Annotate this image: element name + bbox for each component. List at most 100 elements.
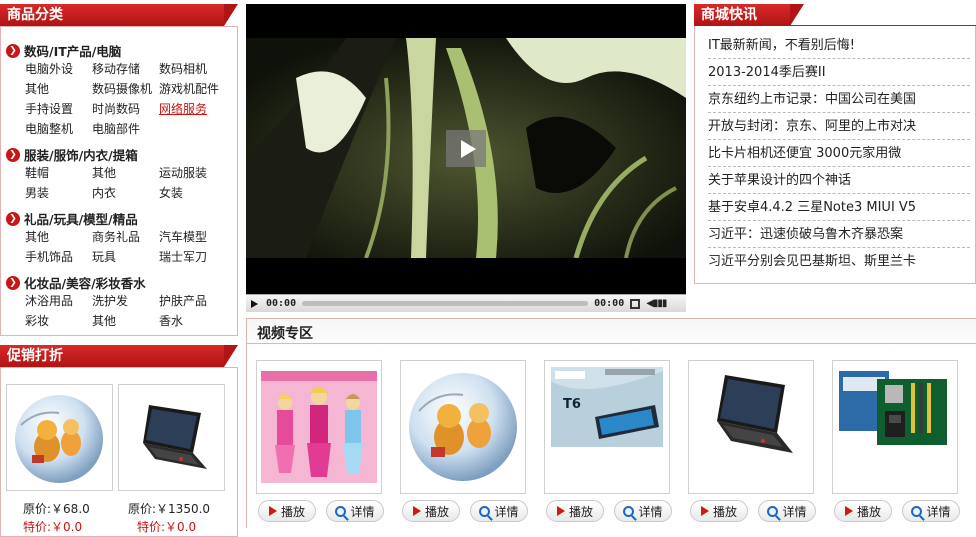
category-link[interactable]: 瑞士军刀 <box>159 249 235 265</box>
promo-item-image[interactable] <box>6 384 113 491</box>
news-item[interactable]: 2013-2014季后赛II <box>708 59 970 86</box>
play-icon <box>268 506 277 516</box>
video-card[interactable] <box>688 360 814 494</box>
promo-item-image[interactable] <box>118 384 225 491</box>
category-link[interactable]: 鞋帽 <box>25 165 92 181</box>
motherboard-icon <box>839 371 947 445</box>
category-link[interactable]: 洗护发 <box>92 293 159 309</box>
category-link[interactable]: 香水 <box>159 313 235 329</box>
category-link-active[interactable]: 网络服务 <box>159 101 235 117</box>
play-button[interactable]: 播放 <box>690 500 748 522</box>
play-button[interactable]: 播放 <box>834 500 892 522</box>
category-group-title: 数码/IT产品/电脑 <box>24 44 122 59</box>
category-link[interactable]: 护肤产品 <box>159 293 235 309</box>
category-link[interactable]: 女装 <box>159 185 235 201</box>
phone-ad-icon <box>551 367 663 447</box>
category-link[interactable]: 沐浴用品 <box>25 293 92 309</box>
detail-button[interactable]: 详情 <box>758 500 816 522</box>
news-item[interactable]: 习近平：迅速侦破乌鲁木齐暴恐案 <box>708 221 970 248</box>
category-link[interactable]: 手机饰品 <box>25 249 92 265</box>
category-link[interactable]: 其他 <box>25 81 92 97</box>
category-link[interactable]: 商务礼品 <box>92 229 159 245</box>
category-group-clothing[interactable]: ❯ 服装/服饰/内衣/提箱 <box>6 145 138 164</box>
news-item[interactable]: 京东纽约上市记录：中国公司在美国 <box>708 86 970 113</box>
magnifier-icon <box>479 505 491 517</box>
category-link[interactable]: 手持设置 <box>25 101 92 117</box>
play-button[interactable]: 播放 <box>258 500 316 522</box>
play-button-label: 播放 <box>856 504 881 519</box>
category-link[interactable]: 运动服装 <box>159 165 235 181</box>
news-item[interactable]: IT最新新闻，不看别后悔! <box>708 32 970 59</box>
category-link[interactable]: 数码相机 <box>159 61 235 77</box>
category-link[interactable]: 其他 <box>25 229 92 245</box>
category-link[interactable]: 玩具 <box>92 249 159 265</box>
arrow-right-icon: ❯ <box>6 275 20 290</box>
category-link[interactable]: 其他 <box>92 313 159 329</box>
video-card[interactable]: T6 <box>544 360 670 494</box>
total-time: 00:00 <box>594 298 625 309</box>
video-card[interactable] <box>400 360 526 494</box>
fullscreen-icon[interactable] <box>630 298 641 309</box>
detail-button[interactable]: 详情 <box>470 500 528 522</box>
promo-original-price: 原价:￥68.0 <box>23 502 90 516</box>
category-link[interactable]: 男装 <box>25 185 92 201</box>
divider <box>247 343 976 344</box>
magnifier-icon <box>767 505 779 517</box>
ad-text: T6 <box>563 397 581 412</box>
news-item[interactable]: 习近平分别会见巴基斯坦、斯里兰卡 <box>708 248 970 275</box>
play-icon <box>700 506 709 516</box>
video-zone-title: 视频专区 <box>257 326 313 342</box>
video-player[interactable]: 00:00 00:00 ◀▮▮▮ <box>246 4 686 312</box>
category-link[interactable]: 内衣 <box>92 185 159 201</box>
category-link[interactable]: 游戏机配件 <box>159 81 235 97</box>
category-group-title: 服装/服饰/内衣/提箱 <box>24 148 138 163</box>
volume-icon[interactable]: ◀▮▮▮ <box>646 298 667 309</box>
promo-sale-price: 特价:￥0.0 <box>23 520 83 534</box>
category-links-clothing: 鞋帽 其他 运动服装 男装 内衣 女装 <box>25 165 235 201</box>
play-button[interactable]: 播放 <box>402 500 460 522</box>
arrow-right-icon: ❯ <box>6 43 20 58</box>
promo-panel: 促销打折 原价:￥68.0 特价:￥0.0 原价:￥1350.0 特价:￥0.0 <box>0 345 238 537</box>
category-link[interactable]: 数码摄像机 <box>92 81 159 97</box>
category-panel: 商品分类 ❯ 数码/IT产品/电脑 电脑外设 移动存储 数码相机 其他 数码摄像… <box>0 4 238 336</box>
news-item[interactable]: 基于安卓4.4.2 三星Note3 MIUI V5 <box>708 194 970 221</box>
detail-button-label: 详情 <box>350 504 375 519</box>
detail-button[interactable]: 详情 <box>614 500 672 522</box>
laptop-icon <box>717 375 793 453</box>
promo-sale-price: 特价:￥0.0 <box>137 520 197 534</box>
video-card[interactable] <box>256 360 382 494</box>
category-link[interactable]: 移动存储 <box>92 61 159 77</box>
category-links-gifts: 其他 商务礼品 汽车模型 手机饰品 玩具 瑞士军刀 <box>25 229 235 265</box>
play-pause-button[interactable] <box>251 299 258 308</box>
video-card[interactable] <box>832 360 958 494</box>
category-group-title: 礼品/玩具/模型/精品 <box>24 212 138 227</box>
category-group-digital[interactable]: ❯ 数码/IT产品/电脑 <box>6 41 121 60</box>
news-item[interactable]: 开放与封闭：京东、阿里的上市对决 <box>708 113 970 140</box>
detail-button-label: 详情 <box>926 504 951 519</box>
category-link[interactable]: 电脑外设 <box>25 61 92 77</box>
category-group-cosmetics[interactable]: ❯ 化妆品/美容/彩妆香水 <box>6 273 146 292</box>
news-item[interactable]: 比卡片相机还便宜 3000元家用微 <box>708 140 970 167</box>
promo-box: 原价:￥68.0 特价:￥0.0 原价:￥1350.0 特价:￥0.0 <box>0 367 238 537</box>
player-controls: 00:00 00:00 ◀▮▮▮ <box>246 294 686 312</box>
play-button[interactable]: 播放 <box>546 500 604 522</box>
play-overlay-button[interactable] <box>446 130 486 167</box>
video-frame <box>246 38 686 258</box>
category-link[interactable]: 电脑部件 <box>92 121 159 137</box>
play-icon <box>412 506 421 516</box>
category-group-gifts[interactable]: ❯ 礼品/玩具/模型/精品 <box>6 209 138 228</box>
detail-button-label: 详情 <box>782 504 807 519</box>
category-link[interactable]: 时尚数码 <box>92 101 159 117</box>
category-link[interactable]: 彩妆 <box>25 313 92 329</box>
category-link[interactable]: 电脑整机 <box>25 121 92 137</box>
category-link[interactable]: 汽车模型 <box>159 229 235 245</box>
detail-button[interactable]: 详情 <box>326 500 384 522</box>
detail-button[interactable]: 详情 <box>902 500 960 522</box>
news-item[interactable]: 关于苹果设计的四个神话 <box>708 167 970 194</box>
category-link[interactable]: 其他 <box>92 165 159 181</box>
play-button-label: 播放 <box>712 504 737 519</box>
play-button-label: 播放 <box>280 504 305 519</box>
seek-bar[interactable] <box>302 301 589 306</box>
category-box: ❯ 数码/IT产品/电脑 电脑外设 移动存储 数码相机 其他 数码摄像机 游戏机… <box>0 26 238 336</box>
arrow-right-icon: ❯ <box>6 211 20 226</box>
